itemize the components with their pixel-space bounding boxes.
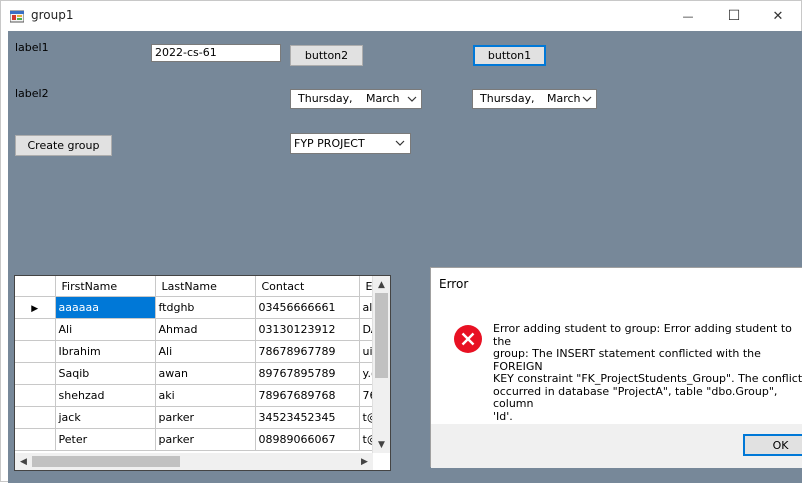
row-header[interactable] bbox=[15, 318, 56, 341]
column-header-lastname[interactable]: LastName bbox=[155, 276, 256, 297]
table-row[interactable]: ▶aaaaaaftdghb03456666661alai bbox=[15, 296, 390, 319]
scroll-up-icon[interactable]: ▲ bbox=[373, 276, 390, 293]
row-header[interactable]: ▶ bbox=[15, 296, 56, 319]
table-cell[interactable]: aki bbox=[155, 384, 256, 407]
table-cell[interactable]: Ali bbox=[55, 318, 156, 341]
chevron-down-icon bbox=[407, 90, 417, 114]
row-header[interactable] bbox=[15, 428, 56, 451]
button2[interactable]: button2 bbox=[290, 45, 363, 66]
date-picker-2-month: March bbox=[547, 92, 581, 105]
project-combobox-value: FYP PROJECT bbox=[294, 137, 365, 150]
minimize-icon: — bbox=[682, 9, 694, 23]
dialog-footer: OK bbox=[431, 424, 802, 468]
table-cell[interactable]: 78967689768 bbox=[255, 384, 360, 407]
vertical-scrollbar[interactable]: ▲ ▼ bbox=[372, 276, 390, 453]
table-row[interactable]: Ali Ahmad 03130123912 DA bbox=[15, 318, 390, 341]
table-cell[interactable]: jack bbox=[55, 406, 156, 429]
table-cell[interactable]: Peter bbox=[55, 428, 156, 451]
table-row[interactable]: Saqibawan89767895789y.@ bbox=[15, 362, 390, 385]
dialog-message: Error adding student to group: Error add… bbox=[493, 322, 802, 434]
scroll-left-icon[interactable]: ◀ bbox=[15, 453, 32, 470]
datagrid-table: FirstName LastName Contact Em ▶ aaaaaaftd… bbox=[15, 276, 390, 451]
scroll-right-icon[interactable]: ▶ bbox=[356, 453, 373, 470]
minimize-button[interactable]: — bbox=[665, 1, 711, 31]
winforms-app-icon bbox=[10, 10, 24, 23]
datagrid-header-row: FirstName LastName Contact Em bbox=[15, 276, 390, 297]
table-row[interactable]: Peter parker 08989066067 t@ bbox=[15, 428, 390, 451]
registration-number-input[interactable]: 2022-cs-61 bbox=[151, 44, 281, 62]
table-cell[interactable]: Ali bbox=[155, 340, 256, 363]
dialog-title: Error bbox=[439, 277, 469, 291]
close-window-button[interactable]: ✕ bbox=[755, 1, 801, 31]
row-header[interactable] bbox=[15, 406, 56, 429]
current-row-icon: ▶ bbox=[31, 304, 39, 314]
table-cell[interactable]: parker bbox=[155, 406, 256, 429]
table-cell[interactable]: ftdghb bbox=[155, 296, 256, 319]
ok-button[interactable]: OK bbox=[743, 434, 802, 456]
table-row[interactable]: jack parker 34523452345 t@ bbox=[15, 406, 390, 429]
table-cell[interactable]: Ahmad bbox=[155, 318, 256, 341]
table-cell[interactable]: 34523452345 bbox=[255, 406, 360, 429]
title-bar[interactable]: group1 — ☐ ✕ bbox=[1, 1, 801, 31]
horizontal-scrollbar[interactable]: ◀ ▶ bbox=[15, 453, 373, 470]
table-cell[interactable]: 89767895789 bbox=[255, 362, 360, 385]
table-cell[interactable]: shehzad bbox=[55, 384, 156, 407]
table-cell[interactable]: 03456666661 bbox=[255, 296, 360, 319]
date-picker-1[interactable]: Thursday , March bbox=[290, 89, 422, 109]
app-window: group1 — ☐ ✕ label1 label2 2022-cs-61 bu… bbox=[0, 0, 802, 483]
table-cell[interactable]: 78678967789 bbox=[255, 340, 360, 363]
date-picker-1-sep: , bbox=[349, 92, 353, 105]
table-cell[interactable]: awan bbox=[155, 362, 256, 385]
date-picker-2-sep: , bbox=[531, 92, 535, 105]
table-cell[interactable]: 03130123912 bbox=[255, 318, 360, 341]
column-header-firstname[interactable]: FirstName bbox=[55, 276, 156, 297]
maximize-button[interactable]: ☐ bbox=[711, 1, 757, 31]
error-x-icon bbox=[454, 325, 482, 353]
date-picker-2[interactable]: Thursday , March bbox=[472, 89, 597, 109]
horizontal-scroll-thumb[interactable] bbox=[32, 456, 180, 467]
table-row[interactable]: shehzadaki7896768976876( bbox=[15, 384, 390, 407]
close-icon: ✕ bbox=[772, 8, 784, 24]
row-header[interactable] bbox=[15, 362, 56, 385]
chevron-down-icon bbox=[582, 90, 592, 114]
window-title: group1 bbox=[31, 8, 74, 22]
label1: label1 bbox=[15, 41, 49, 54]
row-header[interactable] bbox=[15, 384, 56, 407]
table-cell[interactable]: Saqib bbox=[55, 362, 156, 385]
button1[interactable]: button1 bbox=[473, 45, 546, 66]
label2: label2 bbox=[15, 87, 49, 100]
table-cell[interactable]: parker bbox=[155, 428, 256, 451]
chevron-down-icon bbox=[395, 134, 405, 159]
scroll-down-icon[interactable]: ▼ bbox=[373, 436, 390, 453]
students-datagrid[interactable]: FirstName LastName Contact Em ▶ aaaaaaftd… bbox=[14, 275, 391, 471]
create-group-button[interactable]: Create group bbox=[15, 135, 112, 156]
date-picker-2-day: Thursday bbox=[480, 92, 532, 105]
row-header[interactable] bbox=[15, 340, 56, 363]
table-cell[interactable]: Ibrahim bbox=[55, 340, 156, 363]
maximize-icon: ☐ bbox=[727, 8, 741, 24]
error-dialog: Error Error adding student to group: Err… bbox=[430, 267, 802, 468]
column-header-contact[interactable]: Contact bbox=[255, 276, 360, 297]
table-cell[interactable]: 08989066067 bbox=[255, 428, 360, 451]
table-row[interactable]: IbrahimAli78678967789ui@ bbox=[15, 340, 390, 363]
date-picker-1-month: March bbox=[366, 92, 400, 105]
row-header-corner bbox=[15, 276, 56, 297]
project-combobox[interactable]: FYP PROJECT bbox=[290, 133, 411, 154]
date-picker-1-day: Thursday bbox=[298, 92, 350, 105]
vertical-scroll-thumb[interactable] bbox=[375, 293, 388, 378]
table-cell[interactable]: aaaaaa bbox=[55, 296, 156, 319]
